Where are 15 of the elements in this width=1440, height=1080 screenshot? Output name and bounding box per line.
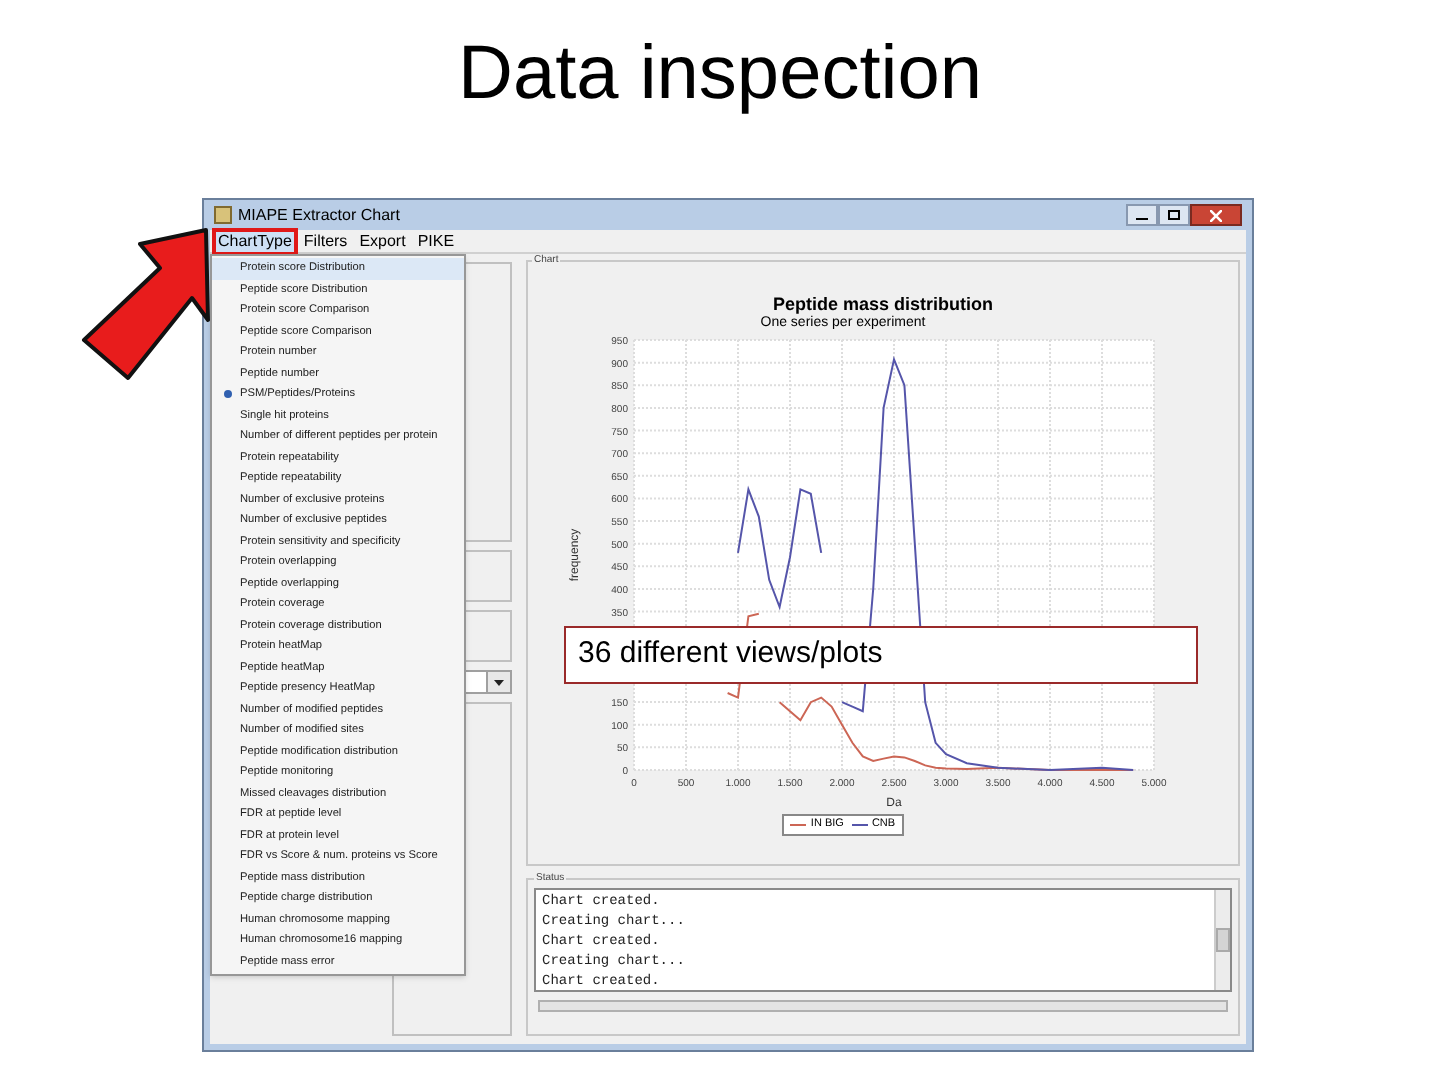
slide-title: Data inspection bbox=[458, 30, 982, 120]
menu-item[interactable]: PIKE bbox=[415, 231, 457, 251]
caret-icon[interactable] bbox=[486, 672, 510, 692]
menu-item[interactable]: Export bbox=[357, 231, 408, 251]
pointer-arrow-icon bbox=[80, 224, 212, 384]
menu-item[interactable]: ChartType bbox=[216, 231, 294, 251]
maximize-icon[interactable] bbox=[1158, 204, 1190, 226]
minimize-icon[interactable] bbox=[1126, 204, 1158, 226]
menu-item[interactable]: Filters bbox=[301, 231, 350, 251]
callout-text: 36 different views/plots bbox=[578, 634, 883, 675]
app-icon bbox=[214, 206, 232, 224]
close-icon[interactable] bbox=[1190, 204, 1242, 226]
window-title: MIAPE Extractor Chart bbox=[238, 203, 400, 227]
scrollbar[interactable] bbox=[1214, 889, 1230, 989]
chart-title: Peptide mass distribution bbox=[772, 293, 994, 313]
